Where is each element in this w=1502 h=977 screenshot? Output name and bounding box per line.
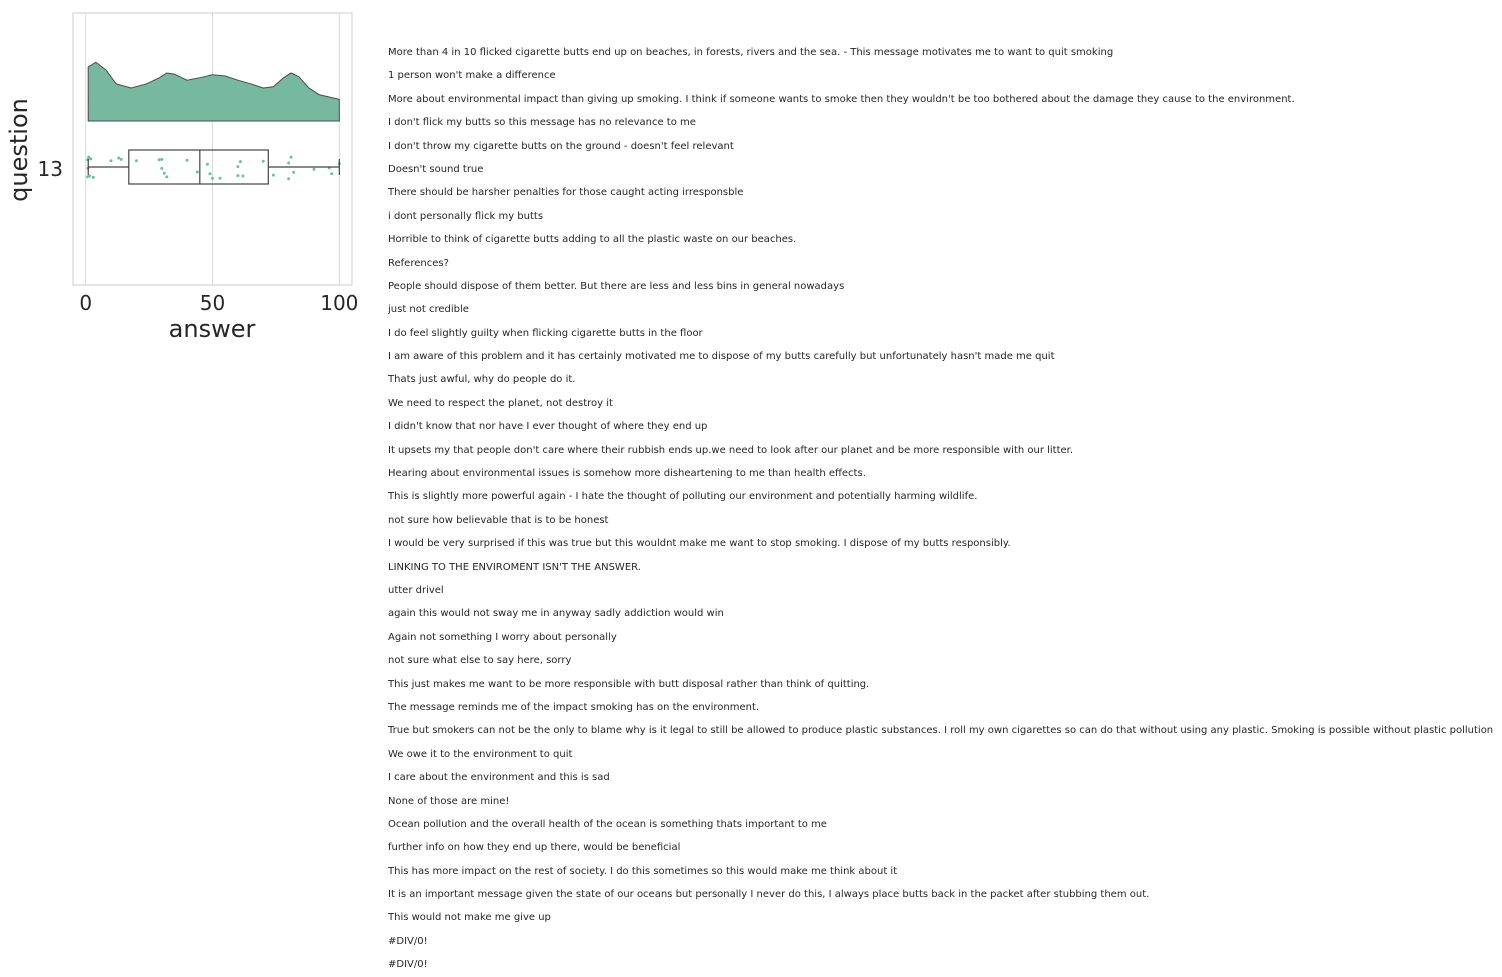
data-point [238, 160, 242, 164]
comment-item: This just makes me want to be more respo… [388, 678, 870, 690]
comment-item: Thats just awful, why do people do it. [388, 374, 576, 386]
y-tick-label: 13 [38, 157, 63, 181]
comment-item: utter drivel [388, 584, 444, 596]
comment-item: Again not something I worry about person… [388, 631, 617, 643]
data-point [160, 157, 164, 161]
x-axis-label: answer [169, 315, 256, 343]
data-point [208, 172, 212, 176]
x-tick-label: 100 [320, 291, 358, 315]
y-axis-label: question [5, 98, 33, 202]
comment-item: further info on how they end up there, w… [388, 842, 681, 854]
data-point [289, 155, 293, 159]
comment-item: I would be very surprised if this was tr… [388, 538, 1011, 550]
comment-item: #DIV/0! [388, 935, 428, 947]
comment-item: The message reminds me of the impact smo… [388, 701, 760, 713]
data-point [218, 176, 222, 180]
data-point [330, 172, 334, 176]
comment-item: 1 person won't make a difference [388, 70, 556, 82]
data-point [312, 167, 316, 171]
comment-item: Ocean pollution and the overall health o… [388, 818, 827, 830]
data-point [205, 162, 209, 166]
comment-item: I don't throw my cigarette butts on the … [388, 140, 734, 152]
comment-item: again this would not sway me in anyway s… [388, 608, 724, 620]
comment-item: True but smokers can not be the only to … [388, 725, 1494, 737]
data-point [211, 176, 214, 180]
comment-item: More than 4 in 10 flicked cigarette butt… [388, 47, 1114, 58]
raincloud-chart: 0 50 100 13 answer question [5, 12, 358, 343]
comment-item: #DIV/0! [388, 959, 428, 971]
comment-item: We need to respect the planet, not destr… [388, 397, 613, 409]
comment-list: More than 4 in 10 flicked cigarette butt… [388, 41, 1493, 977]
comment-item: I am aware of this problem and it has ce… [388, 351, 1055, 363]
data-point [160, 166, 164, 170]
comment-item: It upsets my that people don't care wher… [388, 444, 1074, 456]
comment-item: This is slightly more powerful again - I… [388, 491, 978, 503]
comment-item: This would not make me give up [388, 912, 551, 924]
x-tick-label: 0 [79, 291, 92, 315]
comment-item: I don't flick my butts so this message h… [388, 117, 696, 129]
comment-item: There should be harsher penalties for th… [388, 187, 744, 199]
comment-item: i dont personally flick my butts [388, 210, 544, 222]
data-point [236, 174, 240, 178]
data-point [195, 170, 199, 174]
data-point [236, 165, 240, 169]
data-point [241, 174, 245, 178]
comment-item: Doesn't sound true [388, 163, 484, 175]
data-point [287, 177, 291, 181]
data-point [165, 175, 169, 179]
comment-item: It is an important message given the sta… [388, 889, 1150, 901]
comment-item: I do feel slightly guilty when flicking … [388, 327, 703, 339]
data-point [109, 159, 113, 163]
data-point [157, 158, 161, 162]
comment-item: not sure what else to say here, sorry [388, 655, 572, 667]
comment-item: More about environmental impact than giv… [388, 93, 1295, 105]
comment-item: References? [388, 257, 449, 269]
data-point [134, 159, 138, 163]
comment-item: Horrible to think of cigarette butts add… [388, 234, 797, 246]
comment-item: not sure how believable that is to be ho… [388, 514, 609, 526]
comment-item: We owe it to the environment to quit [388, 748, 573, 760]
data-point [162, 171, 166, 175]
comment-item: People should dispose of them better. Bu… [388, 280, 845, 292]
data-point [271, 173, 275, 177]
comment-item: just not credible [388, 304, 469, 316]
data-point [287, 161, 291, 165]
comment-item: Hearing about environmental issues is so… [388, 468, 866, 480]
comment-item: LINKING TO THE ENVIROMENT ISN'T THE ANSW… [388, 561, 641, 573]
data-point [119, 157, 123, 161]
data-point [91, 175, 95, 179]
comment-item: None of those are mine! [388, 795, 510, 807]
comment-item: I care about the environment and this is… [388, 772, 610, 784]
data-point [89, 157, 93, 161]
data-point [185, 158, 189, 162]
x-tick-labels: 0 50 100 [79, 291, 358, 315]
data-point [292, 170, 296, 174]
comment-item: This has more impact on the rest of soci… [388, 865, 898, 877]
comment-item: I didn't know that nor have I ever thoug… [388, 421, 708, 433]
data-point [261, 159, 265, 163]
x-tick-label: 50 [200, 291, 225, 315]
